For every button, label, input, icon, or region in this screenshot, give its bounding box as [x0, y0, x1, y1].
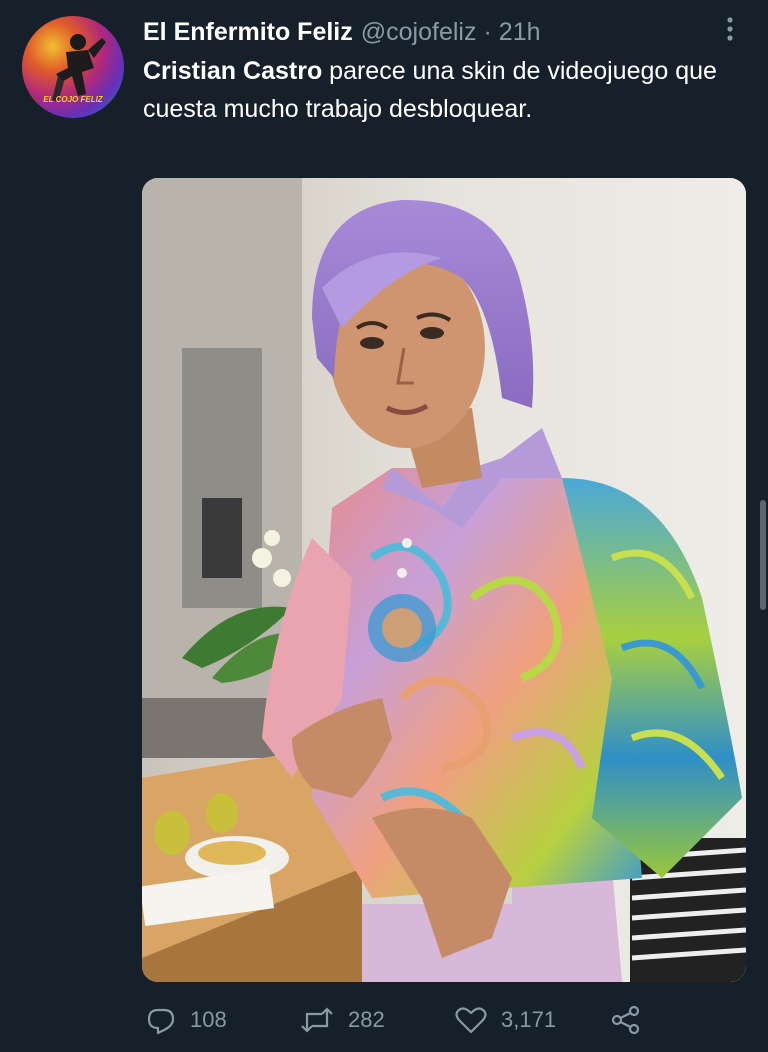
author-name[interactable]: El Enfermito Feliz — [143, 18, 353, 47]
like-count: 3,171 — [501, 1007, 557, 1032]
retweet-count: 282 — [348, 1007, 385, 1032]
tweet-header: El Enfermito Feliz @cojofeliz · 21h — [143, 15, 541, 49]
reply-button[interactable]: 108 — [146, 998, 227, 1042]
heart-icon — [455, 1007, 487, 1034]
reply-count: 108 — [190, 1007, 227, 1032]
tweet-photo[interactable] — [142, 178, 746, 982]
tweet-text: Cristian Castro parece una skin de video… — [143, 52, 743, 128]
like-button[interactable]: 3,171 — [455, 998, 556, 1042]
retweet-icon — [301, 1007, 333, 1033]
tweet-timestamp[interactable]: 21h — [499, 18, 541, 47]
avatar-logo-text: EL COJO FELIZ — [43, 95, 104, 104]
tweet-mention[interactable]: Cristian Castro — [143, 57, 322, 85]
scrollbar[interactable] — [760, 500, 766, 610]
reply-icon — [147, 1008, 175, 1035]
header-separator: · — [483, 17, 492, 46]
avatar-image: EL COJO FELIZ — [43, 34, 106, 104]
avatar[interactable]: EL COJO FELIZ — [22, 16, 124, 118]
tweet-actions: 108 282 3,171 — [0, 998, 768, 1042]
author-handle[interactable]: @cojofeliz — [361, 18, 477, 47]
more-options-icon[interactable] — [718, 14, 742, 44]
photo-illustration — [142, 178, 746, 982]
share-button[interactable] — [610, 998, 656, 1042]
tweet: EL COJO FELIZ El Enfermito Feliz @cojofe… — [0, 0, 768, 1052]
retweet-button[interactable]: 282 — [300, 998, 385, 1042]
share-icon — [611, 1005, 640, 1035]
